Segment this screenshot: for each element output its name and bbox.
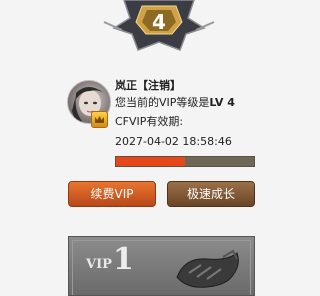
vip-level-emblem: 4 <box>103 0 215 51</box>
vip-card-number: 1 <box>113 242 134 277</box>
vip-card-reward-image-icon <box>176 249 239 288</box>
vip-level-text: 您当前的VIP等级是LV 4 <box>115 96 235 110</box>
user-name-line: 岚正【注销】 <box>115 79 181 93</box>
vip-tier-card[interactable]: VIP 1 <box>68 236 255 296</box>
vip-crown-badge-icon <box>91 111 108 128</box>
vip-level-value: LV 4 <box>209 96 235 109</box>
user-name: 岚正 <box>115 79 137 92</box>
fast-growth-button[interactable]: 极速成长 <box>167 181 255 207</box>
emblem-level-number: 4 <box>152 10 166 34</box>
vip-progress-bar <box>115 156 255 167</box>
vip-expiry-date: 2027-04-02 18:58:46 <box>115 135 232 148</box>
renew-vip-button[interactable]: 续费VIP <box>68 181 156 207</box>
logout-link[interactable]: 【注销】 <box>137 79 181 92</box>
vip-card-label: VIP <box>86 257 112 272</box>
vip-progress-fill <box>116 157 185 166</box>
vip-level-prefix: 您当前的VIP等级是 <box>115 96 210 109</box>
vip-expiry-label: CFVIP有效期: <box>115 115 184 128</box>
